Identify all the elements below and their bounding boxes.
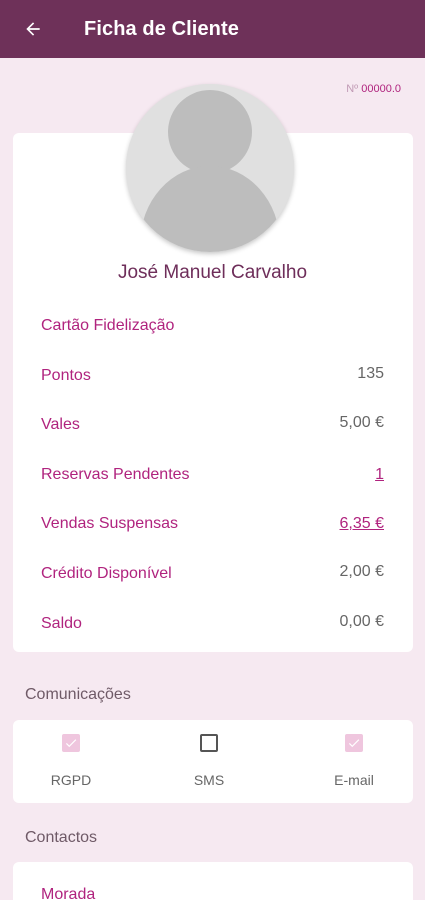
back-button[interactable] — [18, 14, 48, 44]
points-value: 135 — [357, 365, 384, 382]
client-number: Nº 00000.0 — [346, 83, 401, 95]
page-title: Ficha de Cliente — [84, 17, 239, 40]
pending-reservations-link[interactable]: 1 — [375, 466, 384, 484]
client-name: José Manuel Carvalho — [117, 262, 308, 283]
pending-reservations-label: Reservas Pendentes — [41, 466, 190, 483]
check-icon — [65, 739, 77, 748]
available-credit-value: 2,00 € — [339, 563, 384, 580]
sms-label: SMS — [193, 772, 225, 788]
avatar — [126, 84, 294, 252]
rgpd-option: RGPD — [26, 734, 116, 788]
communications-title: Comunicações — [25, 686, 131, 703]
sms-checkbox[interactable] — [200, 734, 218, 752]
app-bar: Ficha de Cliente — [0, 0, 425, 58]
rgpd-checkbox[interactable] — [62, 734, 80, 752]
address-label[interactable]: Morada — [41, 886, 95, 900]
client-number-value: 00000.0 — [361, 83, 401, 95]
email-option: E-mail — [309, 734, 399, 788]
sms-option: SMS — [164, 734, 254, 788]
email-checkbox[interactable] — [345, 734, 363, 752]
points-label: Pontos — [41, 367, 91, 384]
client-number-prefix: Nº — [346, 83, 359, 95]
check-icon — [348, 739, 360, 748]
balance-value: 0,00 € — [339, 613, 384, 630]
suspended-sales-label: Vendas Suspensas — [41, 515, 178, 532]
person-placeholder-icon — [126, 84, 294, 252]
balance-label: Saldo — [41, 615, 82, 632]
arrow-left-icon — [26, 22, 40, 36]
email-label: E-mail — [334, 772, 374, 788]
available-credit-label: Crédito Disponível — [41, 565, 172, 582]
suspended-sales-link[interactable]: 6,35 € — [340, 515, 384, 533]
rgpd-label: RGPD — [50, 772, 92, 788]
vouchers-label: Vales — [41, 416, 80, 433]
vouchers-value: 5,00 € — [339, 414, 384, 431]
loyalty-card-link[interactable]: Cartão Fidelização — [41, 317, 174, 335]
contacts-title: Contactos — [25, 829, 98, 846]
